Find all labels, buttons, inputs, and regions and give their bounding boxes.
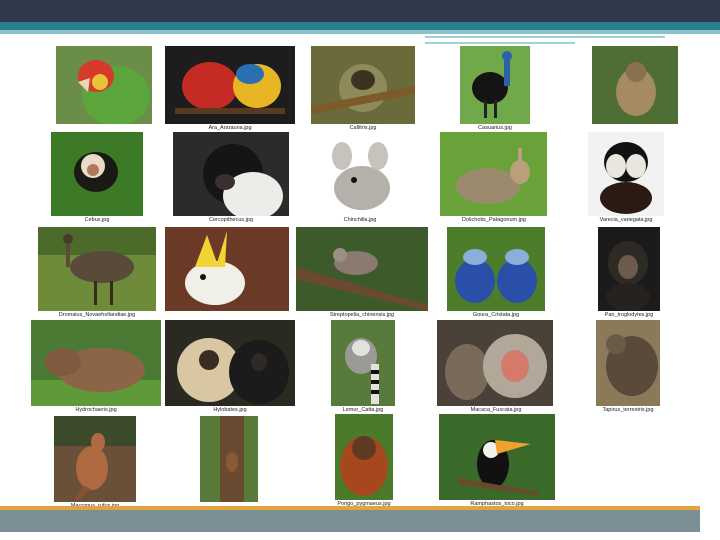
caption-ara-ararauna: Ara_Ararauna.jpg xyxy=(208,125,252,131)
caption-tapirus: Tapirus_terrestris.jpg xyxy=(602,407,654,413)
photo-diana-monkey xyxy=(173,132,289,216)
photo-patagonian-mara xyxy=(440,132,547,216)
photo-marmoset xyxy=(311,46,415,124)
caption-dolichotis: Dolichotis_Patagonum.jpg xyxy=(462,217,526,223)
caption-cercopithecus: Cercopithecus.jpg xyxy=(208,217,254,223)
photo-gibbons xyxy=(165,320,295,406)
photo-ruffed-lemur xyxy=(588,132,664,216)
photo-toco-toucan xyxy=(439,414,555,500)
caption-hydrochaeris: Hydrochaeris.jpg xyxy=(75,407,117,413)
photo-baboon xyxy=(592,46,678,124)
photo-chinchilla xyxy=(322,136,399,216)
photo-tapir xyxy=(596,320,660,406)
photo-cassowary xyxy=(460,46,530,124)
photo-cockatoo xyxy=(165,227,289,311)
caption-pan: Pan_troglodytes.jpg xyxy=(604,312,654,318)
slide-top-accent xyxy=(0,22,720,30)
slide-bottom-bar xyxy=(0,510,700,532)
photo-chimpanzee xyxy=(598,227,660,311)
photo-squirrel-on-tree xyxy=(200,416,258,502)
photo-spotted-dove xyxy=(296,227,428,311)
caption-callitrix: Callitrix.jpg xyxy=(349,125,377,131)
caption-dromaius: Dromaius_Novaehollandiae.jpg xyxy=(58,312,136,318)
slide-top-bar xyxy=(0,0,720,22)
caption-lemur-catta: Lemur_Catta.jpg xyxy=(342,407,384,413)
photo-capuchin xyxy=(51,132,143,216)
photo-ring-tailed-lemur xyxy=(331,320,395,406)
photo-emu xyxy=(38,227,156,311)
caption-hylobates: Hylobates.jpg xyxy=(213,407,247,413)
photo-capybara xyxy=(31,320,161,406)
caption-cebus: Cebus.jpg xyxy=(84,217,110,223)
photo-red-kangaroo xyxy=(54,416,136,502)
caption-goura: Goura_Cristata.jpg xyxy=(472,312,520,318)
caption-macaca: Macaca_Fuscata.jpg xyxy=(470,407,522,413)
caption-chinchilla: Chinchilla.jpg xyxy=(343,217,377,223)
photo-amazon-parrot xyxy=(56,46,152,124)
caption-streptopelia: Streptopelia_chinensis.jpg xyxy=(329,312,395,318)
photo-orangutan xyxy=(335,414,393,500)
photo-crowned-pigeons xyxy=(447,227,545,311)
caption-casuarius: Casuarius.jpg xyxy=(478,125,512,131)
slide-top-accent-light xyxy=(0,30,720,34)
photo-macaws xyxy=(165,46,295,124)
photo-japanese-macaque xyxy=(437,320,553,406)
caption-varecia: Varecia_variegata.jpg xyxy=(599,217,653,223)
